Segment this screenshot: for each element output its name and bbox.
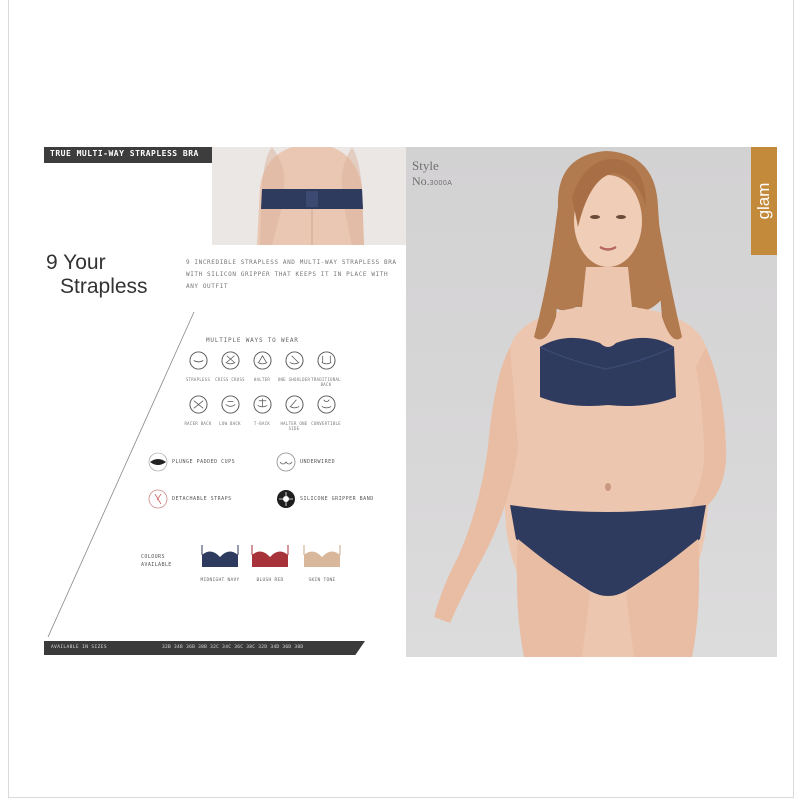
strap-icon (148, 489, 168, 509)
feature-silicone-band: SILICONE GRIPPER BAND (276, 489, 396, 509)
product-description: 9 INCREDIBLE STRAPLESS AND MULTI-WAY STR… (186, 257, 397, 293)
one-shoulder-icon (284, 351, 304, 370)
back-view-photo (212, 147, 406, 245)
model-photo (434, 151, 727, 657)
sizes-footer: AVAILABLE IN SIZES 32B 34B 36B 38B 32C 3… (44, 641, 365, 655)
catalog-left-page: TRUE MULTI-WAY STRAPLESS BRA 9 Your Stra… (44, 147, 406, 660)
feature-label: PLUNGE PADDED CUPS (172, 459, 236, 465)
swatch-name: SKIN TONE (308, 578, 336, 583)
product-name-line1: 9 Your (46, 251, 106, 274)
product-name-line2: Strapless (60, 275, 148, 298)
racer-back-icon (188, 395, 208, 414)
style-number: Style No.3000A (412, 159, 452, 190)
sizes-label: AVAILABLE IN SIZES (51, 645, 107, 650)
catalog-right-page: Style No.3000A glam (406, 147, 777, 657)
feature-padded-cups: PLUNGE PADDED CUPS (148, 452, 258, 472)
feature-label: SILICONE GRIPPER BAND (300, 496, 374, 502)
sizes-list: 32B 34B 36B 38B 32C 34C 36C 38C 32D 34D … (162, 645, 304, 650)
halter-one-side-icon (284, 395, 304, 414)
padded-cup-icon (148, 452, 168, 472)
style-no-prefix: No. (412, 174, 430, 188)
banner-title: TRUE MULTI-WAY STRAPLESS BRA (50, 149, 199, 158)
traditional-back-icon (316, 351, 336, 370)
red-bra-icon (251, 545, 289, 567)
swatch-midnight-navy[interactable]: MIDNIGHT NAVY (200, 543, 240, 584)
silicone-band-icon (277, 490, 295, 508)
t-back-icon (252, 395, 272, 414)
style-no-value: 3000A (429, 180, 453, 187)
halter-icon (252, 351, 272, 370)
title-banner: TRUE MULTI-WAY STRAPLESS BRA (44, 147, 234, 163)
brand-logo-text: glam (754, 182, 773, 220)
colours-available-label: COLOURS AVAILABLE (141, 553, 172, 569)
description-line: 9 INCREDIBLE STRAPLESS AND MULTI-WAY STR… (186, 259, 397, 266)
brand-tag: glam (751, 147, 777, 255)
swatch-name: BLUSH RED (256, 578, 284, 583)
colours-label-line2: AVAILABLE (141, 562, 172, 568)
criss-cross-icon (220, 351, 240, 370)
description-line: WITH SILICON GRIPPER THAT KEEPS IT IN PL… (186, 271, 389, 278)
description-line: ANY OUTFIT (186, 283, 229, 290)
navy-bra-icon (201, 545, 239, 567)
low-back-icon (220, 395, 240, 414)
colours-label-line1: COLOURS (141, 554, 165, 560)
way-convertible: CONVERTIBLE (306, 395, 346, 426)
way-traditional-back: TRADITIONAL BACK (306, 351, 346, 387)
skin-bra-icon (303, 545, 341, 567)
feature-underwired: UNDERWIRED (276, 452, 386, 472)
wire-icon (276, 452, 296, 472)
swatch-skin-tone[interactable]: SKIN TONE (302, 543, 342, 584)
feature-detachable-straps: DETACHABLE STRAPS (148, 489, 258, 509)
strapless-icon (188, 351, 208, 370)
feature-label: DETACHABLE STRAPS (172, 496, 232, 502)
convertible-icon (316, 395, 336, 414)
swatch-blush-red[interactable]: BLUSH RED (250, 543, 290, 584)
ways-to-wear-title: MULTIPLE WAYS TO WEAR (206, 337, 299, 344)
feature-label: UNDERWIRED (300, 459, 336, 465)
style-word: Style (412, 158, 439, 173)
way-label: CONVERTIBLE (311, 421, 341, 426)
swatch-name: MIDNIGHT NAVY (200, 578, 240, 583)
way-label: TRADITIONAL BACK (311, 377, 341, 387)
product-name: 9 Your Strapless (46, 251, 148, 299)
